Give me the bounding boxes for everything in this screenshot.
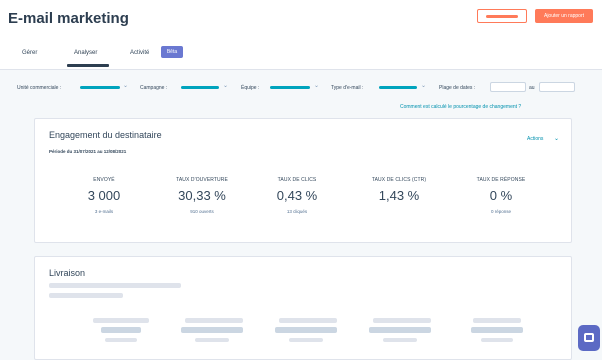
- loading-placeholder: [49, 283, 181, 288]
- tab-analyze[interactable]: Analyser: [74, 50, 97, 56]
- metric-click-rate: TAUX DE CLICS 0,43 % 13 cliqués: [242, 177, 352, 214]
- metric-reply-rate: TAUX DE RÉPONSE 0 % 0 réponse: [446, 177, 556, 214]
- metric-value: 0,43 %: [276, 188, 318, 203]
- metric-sent: ENVOYÉ 3 000 3 e-mails: [49, 177, 159, 214]
- metric-value: 1,43 %: [378, 188, 420, 203]
- secondary-button[interactable]: [477, 9, 527, 23]
- metric-open-rate: TAUX D'OUVERTURE 30,33 % 910 ouverts: [147, 177, 257, 214]
- page-title: E-mail marketing: [8, 10, 129, 27]
- metric-sub: 3 e-mails: [94, 209, 114, 214]
- loading-placeholder: [101, 327, 141, 333]
- filter-campaign-label: Campagne :: [140, 85, 168, 91]
- engagement-period: Période du 31/07/2021 au 12/08/2021: [49, 149, 127, 154]
- filter-business-unit-select[interactable]: [80, 86, 120, 89]
- chevron-down-icon[interactable]: ⌄: [223, 82, 228, 89]
- loading-placeholder: [49, 293, 123, 298]
- filter-email-type-select[interactable]: [379, 86, 417, 89]
- loading-placeholder: [473, 318, 521, 323]
- chevron-down-icon[interactable]: ⌄: [554, 135, 559, 142]
- metric-ctr: TAUX DE CLICS (CTR) 1,43 %: [344, 177, 454, 209]
- loading-placeholder: [275, 327, 337, 333]
- chat-icon: [584, 333, 594, 342]
- chat-button[interactable]: [578, 325, 600, 351]
- loading-placeholder: [369, 327, 431, 333]
- top-header: E-mail marketing Ajouter un rapport Gére…: [0, 0, 602, 70]
- loading-placeholder: [481, 338, 513, 342]
- loading-placeholder: [185, 318, 243, 323]
- filter-business-unit-label: Unité commerciale :: [17, 85, 62, 91]
- metric-sub: 910 ouverts: [190, 209, 214, 214]
- metric-sub: 13 cliqués: [286, 209, 308, 214]
- loading-placeholder: [471, 327, 523, 333]
- loading-placeholder: [289, 338, 323, 342]
- engagement-card: Engagement du destinataire Période du 31…: [34, 118, 572, 243]
- chevron-down-icon[interactable]: ⌄: [421, 82, 426, 89]
- filter-email-type-label: Type d'e-mail :: [331, 85, 364, 91]
- beta-badge[interactable]: Bêta: [161, 46, 183, 58]
- filter-team-label: Équipe :: [241, 85, 260, 91]
- engagement-card-title: Engagement du destinataire: [49, 130, 162, 140]
- loading-placeholder: [105, 338, 137, 342]
- active-tab-indicator: [67, 64, 109, 67]
- delivery-card-title: Livraison: [49, 268, 86, 278]
- change-percentage-help-link[interactable]: Comment est calculé le pourcentage de ch…: [400, 104, 521, 110]
- metric-label: TAUX DE CLICS (CTR): [371, 177, 427, 183]
- loading-placeholder: [181, 327, 243, 333]
- metric-value: 0 %: [489, 188, 513, 203]
- metric-sub: 0 réponse: [490, 209, 511, 214]
- metric-label: TAUX D'OUVERTURE: [176, 177, 228, 183]
- date-start-input[interactable]: [490, 82, 526, 92]
- date-separator: au: [529, 85, 535, 91]
- tab-manage[interactable]: Gérer: [22, 50, 37, 56]
- chevron-down-icon[interactable]: ⌄: [314, 82, 319, 89]
- chevron-down-icon[interactable]: ⌄: [123, 82, 128, 89]
- add-report-button[interactable]: Ajouter un rapport: [535, 9, 593, 23]
- filter-date-range-label: Plage de dates :: [439, 85, 476, 91]
- date-end-input[interactable]: [539, 82, 575, 92]
- metric-value: 3 000: [87, 188, 121, 203]
- loading-placeholder: [279, 318, 337, 323]
- loading-placeholder: [195, 338, 229, 342]
- metric-value: 30,33 %: [178, 188, 226, 203]
- secondary-button-placeholder: [486, 15, 518, 18]
- loading-placeholder: [383, 338, 417, 342]
- tab-activity[interactable]: Activité: [130, 50, 149, 56]
- metric-label: TAUX DE RÉPONSE: [476, 177, 526, 183]
- filter-team-select[interactable]: [270, 86, 310, 89]
- actions-menu[interactable]: Actions: [527, 136, 543, 142]
- loading-placeholder: [93, 318, 149, 323]
- metric-label: TAUX DE CLICS: [277, 177, 317, 183]
- filter-campaign-select[interactable]: [181, 86, 219, 89]
- delivery-card: Livraison: [34, 256, 572, 360]
- metric-label: ENVOYÉ: [93, 177, 115, 183]
- loading-placeholder: [373, 318, 431, 323]
